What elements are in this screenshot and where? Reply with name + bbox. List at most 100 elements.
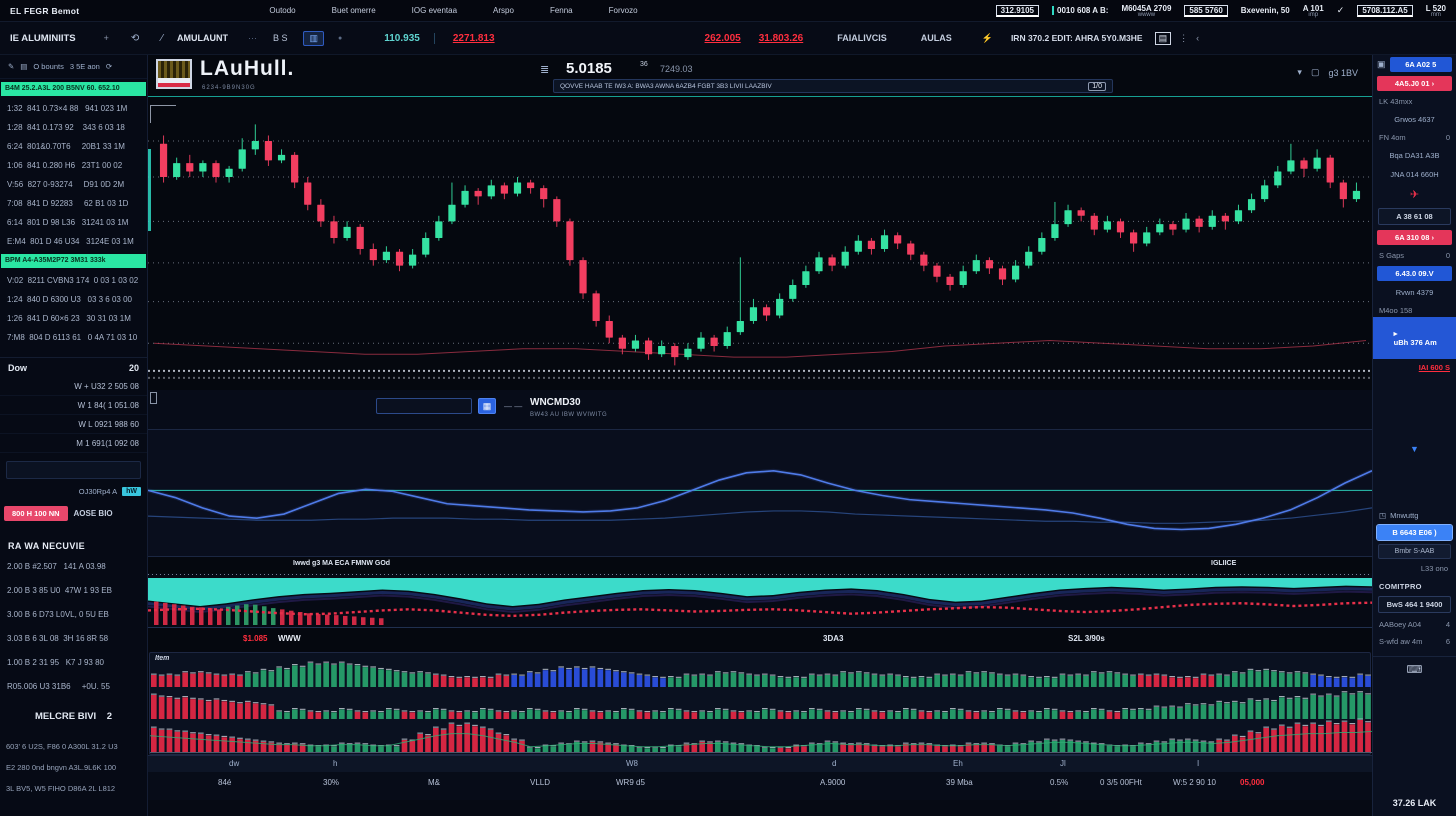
live-chip[interactable]: hW xyxy=(122,487,141,496)
list-icon[interactable]: ≣ xyxy=(540,63,549,76)
position-row[interactable]: 3.03 B 6 3L 08 3H 16 8R 58 xyxy=(0,627,147,651)
instrument-label[interactable]: AMULAUNT xyxy=(177,33,228,43)
chart-title: LAuHull. xyxy=(200,57,294,81)
teal-accent-bar xyxy=(148,149,151,231)
dow-row[interactable]: W + U32 2 505 08 xyxy=(0,377,147,396)
sell-button-2[interactable]: 6A 310 08 › xyxy=(1377,230,1452,245)
amount-box[interactable]: A 38 61 08 xyxy=(1378,208,1451,225)
status-value: VLLD xyxy=(530,778,550,787)
highlighted-trade-row[interactable]: B4M 25.2.A3L 200 B5NV 60. 652.10 xyxy=(1,82,146,96)
menu-item[interactable]: Outodo xyxy=(269,6,295,15)
trade-row[interactable]: 1:24 840 D 6300 U3 03 3 6 03 00 xyxy=(0,290,147,309)
candlestick-chart[interactable] xyxy=(148,97,1372,390)
gaps-row[interactable]: S Gaps 0 xyxy=(1373,247,1456,264)
menu-quote-1[interactable]: 312.9105 xyxy=(996,5,1039,16)
highlighted-trade-row-2[interactable]: BPM A4-A35M2P72 3M31 333k xyxy=(1,254,146,268)
trade-row[interactable]: 7:M8 804 D 6113 61 0 4A 71 03 10 xyxy=(0,328,147,347)
trade-row[interactable]: 1:06 841 0.280 H6 23T1 00 02 xyxy=(0,156,147,175)
window-icon[interactable]: ▣ xyxy=(1377,59,1386,70)
trade-row[interactable]: 6:24 801&0.70T6 20B1 33 1M xyxy=(0,137,147,156)
commit-label-1: AABoey A04 xyxy=(1379,620,1421,629)
panel-grid-icon[interactable]: ▤ xyxy=(1155,32,1172,45)
commit-row-1[interactable]: AABoey A04 4 xyxy=(1373,616,1456,633)
menu-quote-7[interactable]: 5708.112.A5 xyxy=(1357,5,1412,16)
notify-row: ◳ Mnwuttg xyxy=(1373,508,1456,523)
pencil-icon[interactable]: ✎ xyxy=(8,62,14,71)
position-row[interactable]: 3.00 B 6 D73 L0VL, 0 5U EB xyxy=(0,603,147,627)
menu-item[interactable]: Forvozo xyxy=(609,6,638,15)
menu-item[interactable]: Buet omerre xyxy=(332,6,376,15)
trade-row[interactable]: 1:28 841 0.173 92 343 6 03 18 xyxy=(0,118,147,137)
dot-icon: ● xyxy=(338,35,342,42)
oscillator-panel[interactable] xyxy=(148,430,1372,557)
menu-quote-6[interactable]: A 101imp xyxy=(1303,4,1324,18)
keyboard-icon[interactable]: ⌨ xyxy=(1373,657,1456,682)
chart-thumbnail[interactable] xyxy=(156,59,192,89)
ribbon-indicator-panel[interactable] xyxy=(148,573,1372,628)
commit-row-2[interactable]: S-wfd aw 4m 6 xyxy=(1373,633,1456,650)
trade-row[interactable]: V:56 827 0-93274 D91 0D 2M xyxy=(0,175,147,194)
status-value: 05,000 xyxy=(1240,778,1264,787)
trade-row[interactable]: 7:08 841 D 92283 62 B1 03 1D xyxy=(0,194,147,213)
position-row[interactable]: 2.00 B 3 85 U0 47W 1 93 EB xyxy=(0,579,147,603)
indicator-name: WNCMD30 xyxy=(530,397,581,408)
menu-item[interactable]: Arspo xyxy=(493,6,514,15)
position-row[interactable]: R05.006 U3 31B6 +0U. 55 xyxy=(0,675,147,699)
menu-quote-4[interactable]: 585 5760 xyxy=(1184,5,1227,16)
axis-tick: I xyxy=(1197,759,1199,768)
commit-amount-box[interactable]: BwS 464 1 9400 xyxy=(1378,596,1451,613)
menu-quote-2[interactable]: 0010 608 A B: xyxy=(1052,6,1108,15)
toolbar-label-b[interactable]: AULAS xyxy=(921,33,952,43)
ribbon-label-right: IGLIICE xyxy=(1211,560,1236,567)
dow-row[interactable]: W L 0921 988 60 xyxy=(0,415,147,434)
trade-row[interactable]: 6:14 801 D 98 L36 31241 03 1M xyxy=(0,213,147,232)
more-dots-icon[interactable]: ··· xyxy=(248,33,257,43)
caption-badge[interactable]: 1/0 xyxy=(1088,82,1106,91)
chart-type-button[interactable]: ▥ xyxy=(303,31,324,46)
sell-button[interactable]: 4A5.J0 01 › xyxy=(1377,76,1452,91)
ribbon-price-tag: WWW xyxy=(278,634,301,643)
indicator-grid-button[interactable]: ▦ xyxy=(478,398,496,414)
trade-row[interactable]: 1:32 841 0.73×4 88 941 023 1M xyxy=(0,99,147,118)
chevron-down-icon[interactable]: ▾ xyxy=(1297,67,1302,78)
dow-row[interactable]: W 1 84( 1 051.08 xyxy=(0,396,147,415)
layout-label[interactable]: g3 1BV xyxy=(1328,68,1358,78)
loss-link[interactable]: IAI 600 S xyxy=(1373,359,1456,376)
trade-row[interactable]: V:02 8211 CVBN3 174 0 03 1 03 02 xyxy=(0,271,147,290)
menu-quote-3[interactable]: M6045A 2709wwww xyxy=(1121,4,1171,18)
histogram-panel[interactable]: Item xyxy=(149,652,1371,755)
position-row[interactable]: 2.00 B #2.507 141 A 03.98 xyxy=(0,555,147,579)
menu-item[interactable]: Fenna xyxy=(550,6,573,15)
fn-row[interactable]: FN 4om 0 xyxy=(1373,129,1456,146)
menu-item[interactable]: IOG eventaa xyxy=(412,6,457,15)
toolbar-label-a[interactable]: FAIALIVCIS xyxy=(837,33,887,43)
kebab-menu-icon[interactable]: ⋮ xyxy=(1179,33,1188,44)
buy-button[interactable]: 6A A02 5 xyxy=(1390,57,1452,72)
selected-order-button[interactable]: B 6643 E06 ) xyxy=(1377,525,1452,540)
bolt-icon[interactable]: ⚡ xyxy=(982,33,993,44)
trade-row[interactable]: E:M4 801 D 46 U34 3124E 03 1M xyxy=(0,232,147,251)
menu-quote-8[interactable]: L 520mm xyxy=(1426,4,1446,18)
sidebar-input[interactable] xyxy=(6,461,141,479)
menu-quote-5[interactable]: Bxevenin, 50 xyxy=(1241,6,1290,15)
notify-icon[interactable]: ◳ xyxy=(1379,511,1386,520)
line-tool-icon[interactable]: ⁄ xyxy=(161,33,163,44)
alert-pink-button[interactable]: 800 H 100 NN xyxy=(4,506,68,521)
secondary-button[interactable]: Bmbr S-AAB xyxy=(1378,544,1451,559)
undo-icon[interactable]: ⟲ xyxy=(131,33,139,44)
add-symbol-button[interactable]: + xyxy=(104,33,109,43)
dow-row[interactable]: M 1 691(1 092 08 xyxy=(0,434,147,453)
copy-icon[interactable]: ▢ xyxy=(1311,67,1320,78)
send-plane-icon[interactable]: ✈ xyxy=(1373,184,1456,205)
position-row[interactable]: 1.00 B 2 31 95 K7 J 93 80 xyxy=(0,651,147,675)
price-tag[interactable]: ▸ uBh 376 Am xyxy=(1373,317,1456,359)
folder-icon[interactable]: ▤ xyxy=(20,62,27,71)
refresh-icon[interactable]: ⟳ xyxy=(106,62,112,71)
scroll-down-icon[interactable]: ▼ xyxy=(1373,442,1456,456)
indicator-search-input[interactable] xyxy=(376,398,472,414)
resize-handle[interactable] xyxy=(150,392,157,404)
buy-button-2[interactable]: 6.43.0 09.V xyxy=(1377,266,1452,281)
collapse-left-icon[interactable]: ‹ xyxy=(1196,33,1199,43)
bs-label[interactable]: B S xyxy=(273,33,288,43)
trade-row[interactable]: 1:26 841 D 60×6 23 30 31 03 1M xyxy=(0,309,147,328)
